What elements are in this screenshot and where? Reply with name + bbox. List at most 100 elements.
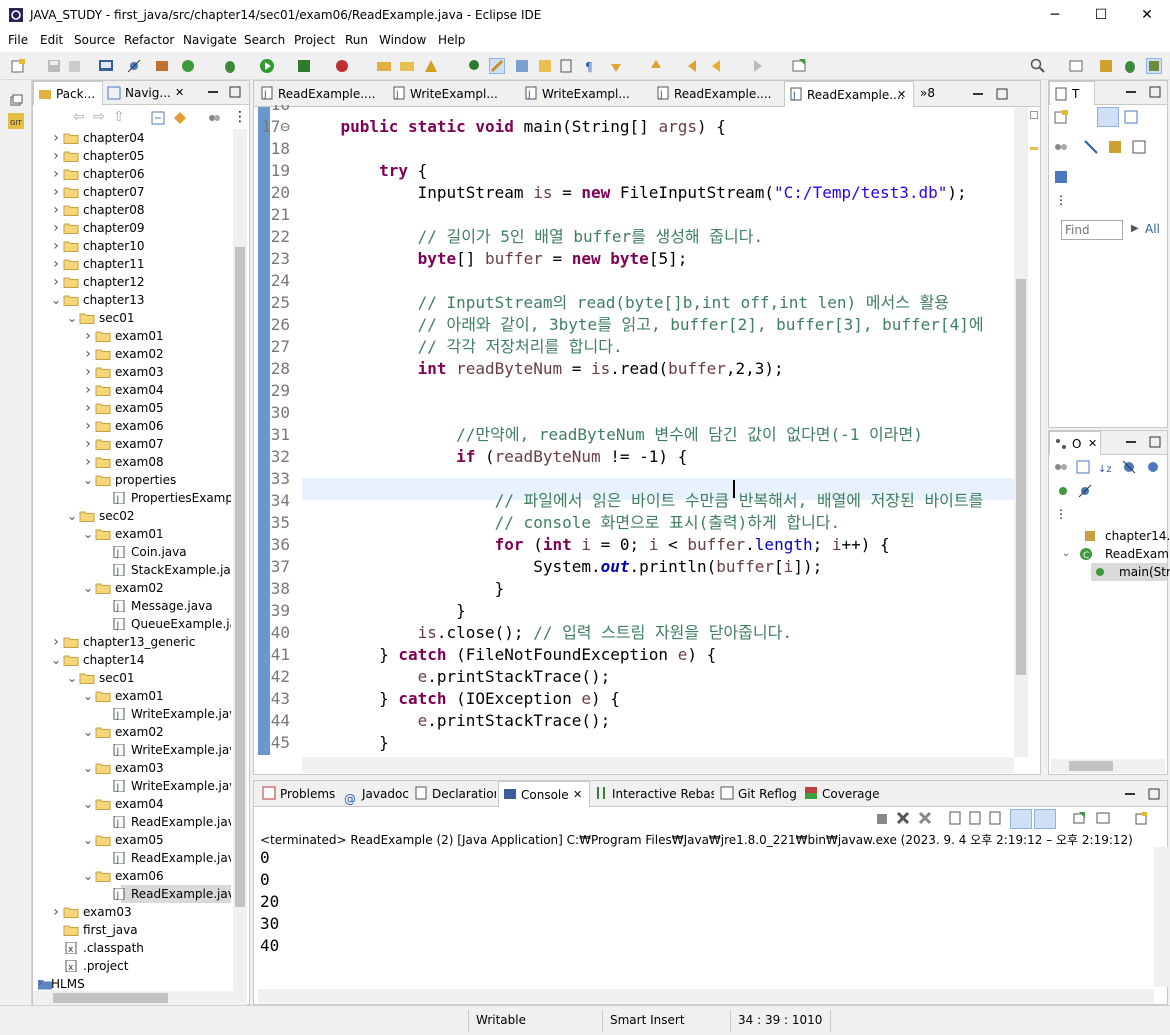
- view-menu-icon[interactable]: ⋮: [233, 109, 247, 125]
- pin-editor-icon[interactable]: [791, 58, 807, 74]
- display-console-icon[interactable]: [1096, 811, 1110, 825]
- chevron-down-icon[interactable]: ⌄: [83, 471, 93, 489]
- java-ee-perspective-icon[interactable]: [1098, 58, 1114, 74]
- tree-folder-item[interactable]: ⌄ sec01: [33, 309, 231, 327]
- tree-folder-item[interactable]: ⌄ sec02: [33, 507, 231, 525]
- code-line[interactable]: // 각각 저장처리를 합니다.: [302, 336, 623, 358]
- tree-folder-item[interactable]: ⌄ exam03: [33, 759, 231, 777]
- pin-console-icon[interactable]: [1072, 811, 1086, 825]
- tree-folder-item[interactable]: › exam07: [33, 435, 231, 453]
- show-on-error-icon[interactable]: [1034, 809, 1056, 829]
- chevron-down-icon[interactable]: ⌄: [83, 867, 93, 885]
- code-line[interactable]: byte[] buffer = new byte[5];: [302, 248, 688, 270]
- chevron-right-icon[interactable]: ›: [51, 255, 61, 273]
- save-icon[interactable]: [46, 58, 62, 74]
- find-arrow-icon[interactable]: ▶: [1131, 223, 1139, 234]
- code-line[interactable]: // 파일에서 읽은 바이트 수만큼 반복해서, 배열에 저장된 바이트를: [302, 490, 984, 512]
- toggle-mark-icon[interactable]: [466, 58, 482, 74]
- tree-folder-item[interactable]: ⌄ exam01: [33, 525, 231, 543]
- last-edit-icon[interactable]: [686, 58, 702, 74]
- chevron-down-icon[interactable]: ⌄: [51, 651, 61, 669]
- maximize-view-icon[interactable]: [229, 86, 241, 98]
- chevron-right-icon[interactable]: ›: [51, 633, 61, 651]
- tree-folder-item[interactable]: › exam08: [33, 453, 231, 471]
- block-select-icon[interactable]: [558, 58, 574, 74]
- menu-edit[interactable]: Edit: [40, 33, 63, 47]
- tree-folder-item[interactable]: › chapter04: [33, 129, 231, 147]
- menu-window[interactable]: Window: [379, 33, 426, 47]
- code-line[interactable]: }: [302, 600, 466, 622]
- skip-breakpoints-icon[interactable]: [126, 58, 142, 74]
- tab-coverage[interactable]: Coverage: [800, 781, 880, 807]
- outline-item[interactable]: ⌄ C ReadExamp: [1049, 545, 1170, 563]
- tree-folder-item[interactable]: ⌄ exam02: [33, 723, 231, 741]
- tree-file-item[interactable]: J WriteExample.java: [33, 777, 231, 795]
- console-output[interactable]: 0 0 20 30 40: [254, 847, 1154, 987]
- open-type-icon[interactable]: [376, 58, 392, 74]
- external-tools-icon[interactable]: [334, 58, 350, 74]
- maximize-view-icon[interactable]: [1149, 436, 1161, 448]
- tree-folder-item[interactable]: ⌄ sec01: [33, 669, 231, 687]
- terminal-icon[interactable]: [98, 58, 114, 74]
- new-task-icon[interactable]: [1053, 109, 1069, 125]
- chevron-right-icon[interactable]: ›: [83, 327, 93, 345]
- minimize-view-icon[interactable]: [207, 86, 219, 98]
- editor-tab[interactable]: J ReadExample....: [652, 81, 780, 107]
- chevron-right-icon[interactable]: ›: [35, 975, 45, 991]
- minimize-view-icon[interactable]: [1125, 436, 1137, 448]
- hide-nonpublic-icon[interactable]: [1055, 483, 1071, 499]
- chevron-right-icon[interactable]: ›: [51, 183, 61, 201]
- save-all-icon[interactable]: [66, 58, 82, 74]
- show-on-output-icon[interactable]: [1010, 809, 1032, 829]
- tree-folder-item[interactable]: › exam05: [33, 399, 231, 417]
- hide-static-icon[interactable]: [1145, 459, 1161, 475]
- prev-annotation-icon[interactable]: [648, 58, 664, 74]
- editor-vscrollbar[interactable]: [1014, 107, 1028, 757]
- code-line[interactable]: for (int i = 0; i < buffer.length; i++) …: [302, 534, 890, 556]
- search-tool-icon[interactable]: [423, 58, 439, 74]
- console-vscrollbar[interactable]: [1154, 847, 1168, 987]
- back-nav-icon[interactable]: ⇦: [73, 109, 85, 125]
- minimize-editor-icon[interactable]: [972, 88, 984, 100]
- chevron-right-icon[interactable]: ›: [51, 219, 61, 237]
- tree-folder-item[interactable]: › exam03: [33, 903, 231, 921]
- tab-outline[interactable]: O ✕: [1049, 431, 1101, 455]
- chevron-down-icon[interactable]: ⌄: [83, 525, 93, 543]
- collapse-all-icon[interactable]: [1075, 459, 1091, 475]
- edit-icon[interactable]: [514, 58, 530, 74]
- tree-folder-item[interactable]: › chapter12: [33, 273, 231, 291]
- editor-hscrollbar[interactable]: [302, 757, 1014, 773]
- tree-folder-item[interactable]: x .classpath: [33, 939, 231, 957]
- tree-file-item[interactable]: J Message.java: [33, 597, 231, 615]
- terminate-icon[interactable]: [876, 813, 888, 825]
- tree-folder-item[interactable]: › chapter05: [33, 147, 231, 165]
- back-icon[interactable]: [710, 58, 726, 74]
- chevron-right-icon[interactable]: ›: [83, 435, 93, 453]
- categorized-icon[interactable]: [1097, 107, 1119, 127]
- tree-folder-item[interactable]: ⌄ chapter13: [33, 291, 231, 309]
- collapse-all-icon[interactable]: [151, 111, 165, 125]
- tree-file-item[interactable]: J WriteExample.java: [33, 741, 231, 759]
- filter-tasks-icon[interactable]: [1053, 139, 1069, 155]
- link-editor-icon[interactable]: [173, 111, 187, 125]
- remove-all-icon[interactable]: [918, 811, 932, 825]
- chevron-right-icon[interactable]: ›: [51, 237, 61, 255]
- chevron-right-icon[interactable]: ›: [83, 363, 93, 381]
- collapse-icon[interactable]: [1131, 139, 1147, 155]
- menu-run[interactable]: Run: [345, 33, 368, 47]
- maximize-button[interactable]: ☐: [1078, 0, 1124, 30]
- code-line[interactable]: is.close(); // 입력 스트림 자원을 닫아줍니다.: [302, 622, 792, 644]
- filter-icon[interactable]: [207, 111, 221, 125]
- open-console-icon[interactable]: [1134, 811, 1148, 825]
- tab-javadoc[interactable]: @ Javadoc: [340, 781, 410, 807]
- chevron-down-icon[interactable]: ⌄: [83, 795, 93, 813]
- forward-icon[interactable]: [748, 58, 764, 74]
- chevron-right-icon[interactable]: ›: [51, 903, 61, 921]
- debug-perspective-icon[interactable]: [1122, 58, 1138, 74]
- filter-outline-icon[interactable]: [1053, 459, 1069, 475]
- tree-file-item[interactable]: J Coin.java: [33, 543, 231, 561]
- chevron-right-icon[interactable]: ›: [83, 417, 93, 435]
- tree-file-item[interactable]: J StackExample.java: [33, 561, 231, 579]
- tab-task-list[interactable]: T: [1049, 81, 1095, 105]
- tree-file-item[interactable]: J QueueExample.jav.: [33, 615, 231, 633]
